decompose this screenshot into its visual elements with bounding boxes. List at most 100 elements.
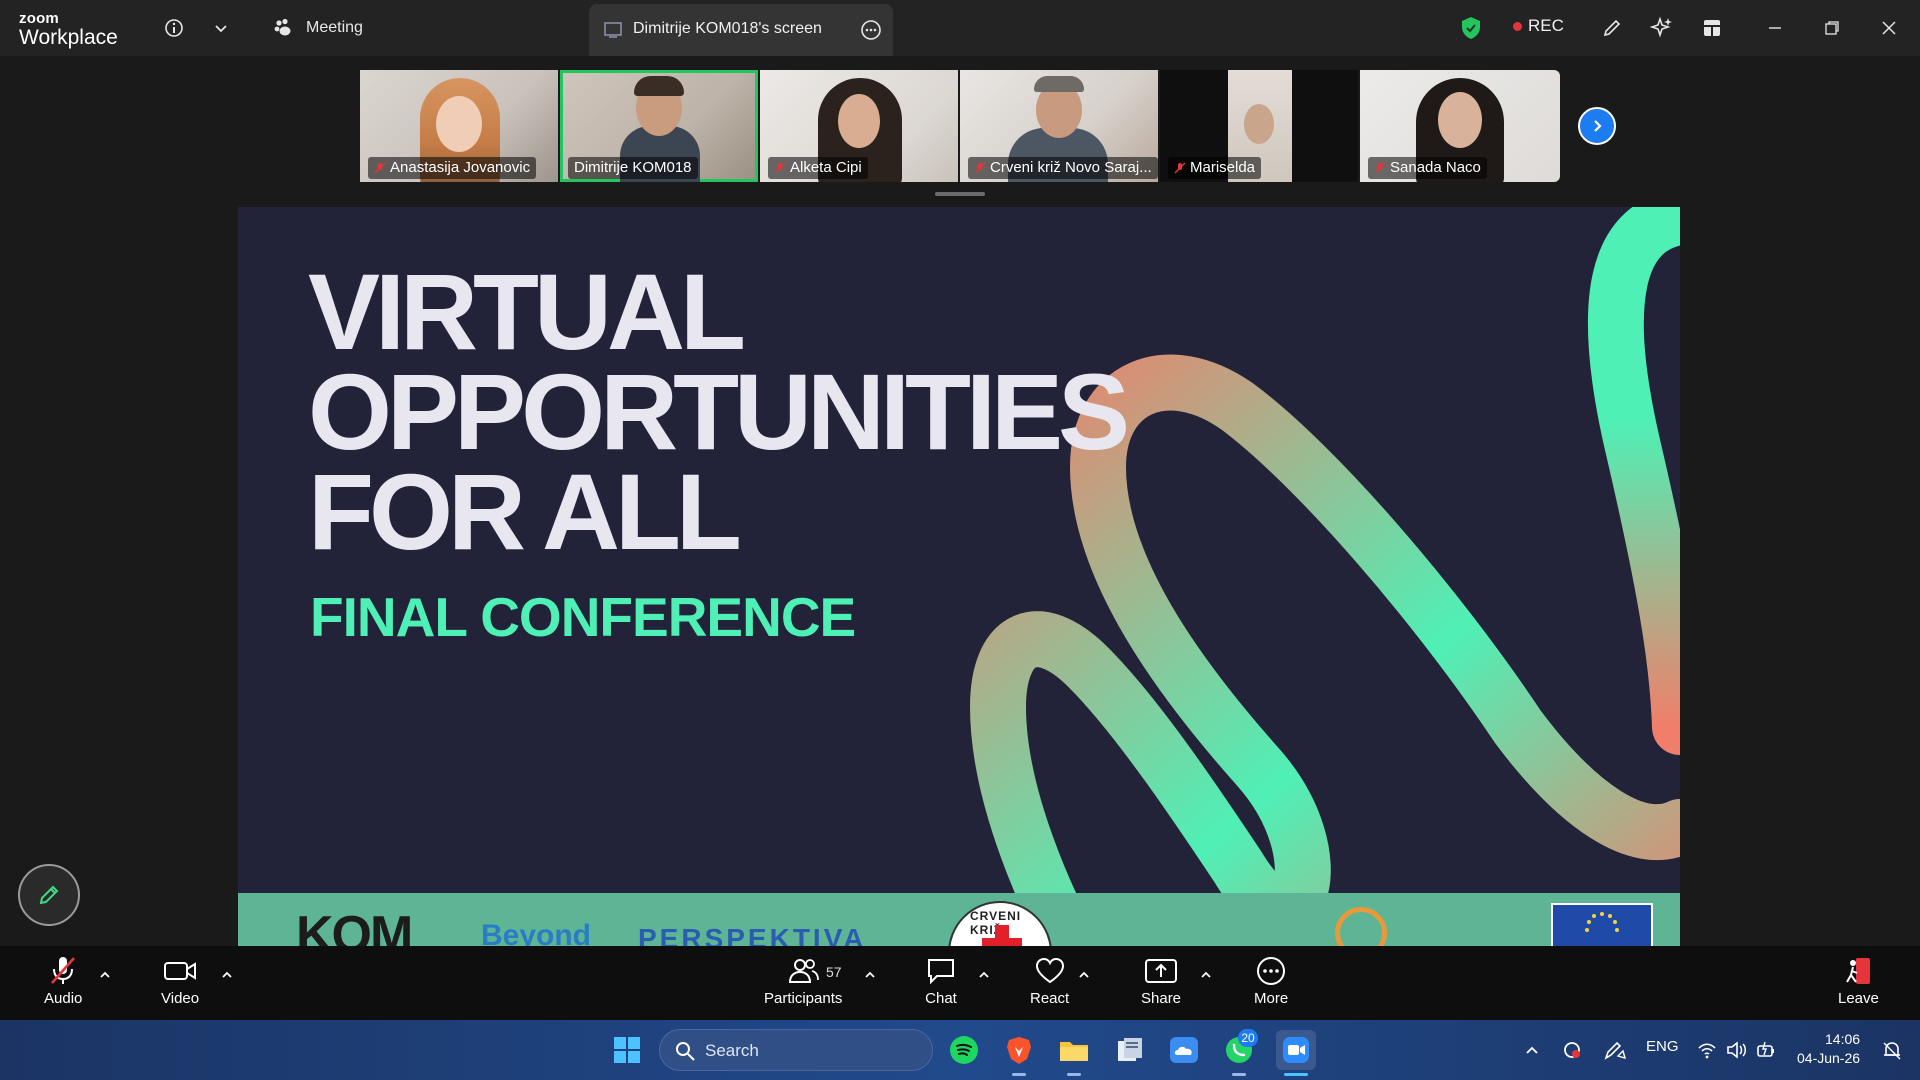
onedrive-cloud-icon[interactable]: [1166, 1032, 1202, 1068]
participants-options-caret[interactable]: [862, 968, 878, 982]
input-language[interactable]: ENG: [1646, 1038, 1679, 1055]
ai-companion-sparkle-icon[interactable]: [1648, 14, 1676, 42]
heart-reaction-icon: [1035, 957, 1064, 984]
audio-label: Audio: [44, 990, 83, 1007]
participant-tile-active-speaker[interactable]: Dimitrije KOM018: [560, 70, 758, 182]
participant-tile[interactable]: Sanada Naco: [1360, 70, 1560, 182]
muted-mic-icon: [374, 162, 386, 174]
participant-name-text: Crveni križ Novo Saraj...: [990, 159, 1152, 176]
participant-face: [436, 96, 482, 152]
taskbar-search-box[interactable]: Search: [659, 1029, 933, 1071]
more-ellipsis-icon: [1257, 957, 1286, 985]
muted-microphone-icon: [51, 957, 76, 984]
slide-title: VIRTUAL OPPORTUNITIES FOR ALL: [308, 258, 1130, 566]
video-camera-icon: [164, 962, 197, 980]
react-options-caret[interactable]: [1076, 968, 1092, 982]
beyond-logo: Beyond: [481, 919, 592, 947]
notifications-bell-icon[interactable]: [1874, 1032, 1910, 1068]
more-button[interactable]: More: [1254, 954, 1288, 1007]
participants-button[interactable]: Participants: [764, 954, 842, 1007]
participant-tile[interactable]: Mariselda: [1160, 70, 1358, 182]
meeting-label[interactable]: Meeting: [306, 19, 363, 37]
file-explorer-icon[interactable]: [1056, 1032, 1092, 1068]
participant-face: [1244, 104, 1274, 144]
annotate-pen-icon[interactable]: [1598, 14, 1626, 42]
chevron-down-icon[interactable]: [207, 14, 235, 42]
meeting-info-icon[interactable]: [160, 14, 188, 42]
strip-next-page-button[interactable]: [1578, 107, 1616, 145]
participant-count: 57: [826, 964, 842, 980]
battery-charging-icon[interactable]: [1749, 1032, 1785, 1068]
share-screen-icon: [1145, 959, 1178, 983]
recording-dot-icon: [1513, 21, 1522, 31]
muted-mic-icon: [1374, 162, 1386, 174]
chevron-up-icon: [1079, 971, 1089, 978]
sync-status-icon[interactable]: [1554, 1032, 1590, 1068]
meeting-paw-icon: [270, 14, 298, 42]
close-icon[interactable]: [1875, 14, 1903, 42]
leave-label: Leave: [1838, 990, 1879, 1007]
zoom-workplace-logo: zoom Workplace: [19, 11, 118, 48]
react-label: React: [1030, 990, 1070, 1007]
red-cross-logo: CRVENI KRIŽ: [948, 901, 1052, 947]
apps-icon[interactable]: [1698, 14, 1726, 42]
annotate-button[interactable]: [18, 864, 80, 926]
spotify-icon[interactable]: [946, 1032, 982, 1068]
strip-resize-handle[interactable]: [935, 192, 985, 196]
leave-door-icon: [1846, 958, 1871, 984]
share-options-caret[interactable]: [1198, 968, 1214, 982]
document-app-icon[interactable]: [1111, 1032, 1147, 1068]
leave-button[interactable]: Leave: [1838, 954, 1879, 1007]
zoom-app-icon[interactable]: [1276, 1030, 1316, 1070]
active-app-indicator: [1284, 1073, 1308, 1076]
partner-logos-band: KOM Beyond PERSPEKTIVA CRVENI KRIŽ: [238, 893, 1680, 947]
participant-name: Sanada Naco: [1368, 157, 1487, 179]
running-app-indicator: [1232, 1073, 1246, 1076]
participant-video-strip: Anastasija Jovanovic Dimitrije KOM018 Al…: [360, 70, 1624, 182]
participant-tile[interactable]: Crveni križ Novo Saraj...: [960, 70, 1158, 182]
participant-name: Anastasija Jovanovic: [368, 157, 537, 179]
windows-logo-icon: [614, 1037, 640, 1063]
brave-browser-icon[interactable]: [1001, 1032, 1037, 1068]
share-button[interactable]: Share: [1141, 954, 1181, 1007]
perspektiva-logo: PERSPEKTIVA: [638, 923, 867, 947]
participants-label: Participants: [764, 990, 843, 1007]
encryption-shield-icon[interactable]: [1457, 14, 1485, 42]
slide-subtitle: FINAL CONFERENCE: [310, 586, 856, 648]
participant-tile[interactable]: Anastasija Jovanovic: [360, 70, 558, 182]
search-label: Search: [705, 1041, 759, 1060]
video-options-caret[interactable]: [219, 968, 235, 982]
chevron-up-icon: [865, 971, 875, 978]
system-clock[interactable]: 14:06 04-Jun-26: [1797, 1030, 1860, 1068]
pen-input-icon[interactable]: [1597, 1032, 1633, 1068]
participant-face: [1438, 92, 1482, 148]
chat-options-caret[interactable]: [976, 968, 992, 982]
more-label: More: [1254, 990, 1289, 1007]
restore-icon[interactable]: [1818, 14, 1846, 42]
clock-time: 14:06: [1825, 1031, 1861, 1047]
start-button[interactable]: [609, 1032, 645, 1068]
minimize-icon[interactable]: [1761, 14, 1789, 42]
audio-options-caret[interactable]: [97, 968, 113, 982]
react-button[interactable]: React: [1030, 954, 1069, 1007]
show-hidden-icons-chevron-icon[interactable]: [1514, 1032, 1550, 1068]
participant-tile[interactable]: Alketa Cipi: [760, 70, 958, 182]
chat-button[interactable]: Chat: [925, 954, 957, 1007]
recording-indicator[interactable]: REC: [1513, 16, 1564, 36]
video-label: Video: [161, 990, 200, 1007]
screen-tab-label: Dimitrije KOM018's screen: [633, 20, 822, 37]
logo-zoom-text: zoom: [19, 10, 59, 27]
participant-hair: [1034, 76, 1084, 92]
recording-label: REC: [1528, 16, 1564, 35]
kom-logo: KOM: [296, 906, 413, 947]
more-options-icon[interactable]: [857, 16, 885, 44]
eu-stars-icon: [1585, 912, 1619, 932]
video-button[interactable]: Video: [161, 954, 199, 1007]
audio-button[interactable]: Audio: [44, 954, 82, 1007]
tab-shared-screen[interactable]: Dimitrije KOM018's screen: [589, 4, 893, 56]
participants-icon: [789, 959, 820, 983]
muted-mic-icon: [1174, 162, 1186, 174]
chevron-right-icon: [1594, 120, 1602, 132]
participant-name-text: Anastasija Jovanovic: [390, 159, 531, 176]
participant-name: Mariselda: [1168, 157, 1262, 179]
